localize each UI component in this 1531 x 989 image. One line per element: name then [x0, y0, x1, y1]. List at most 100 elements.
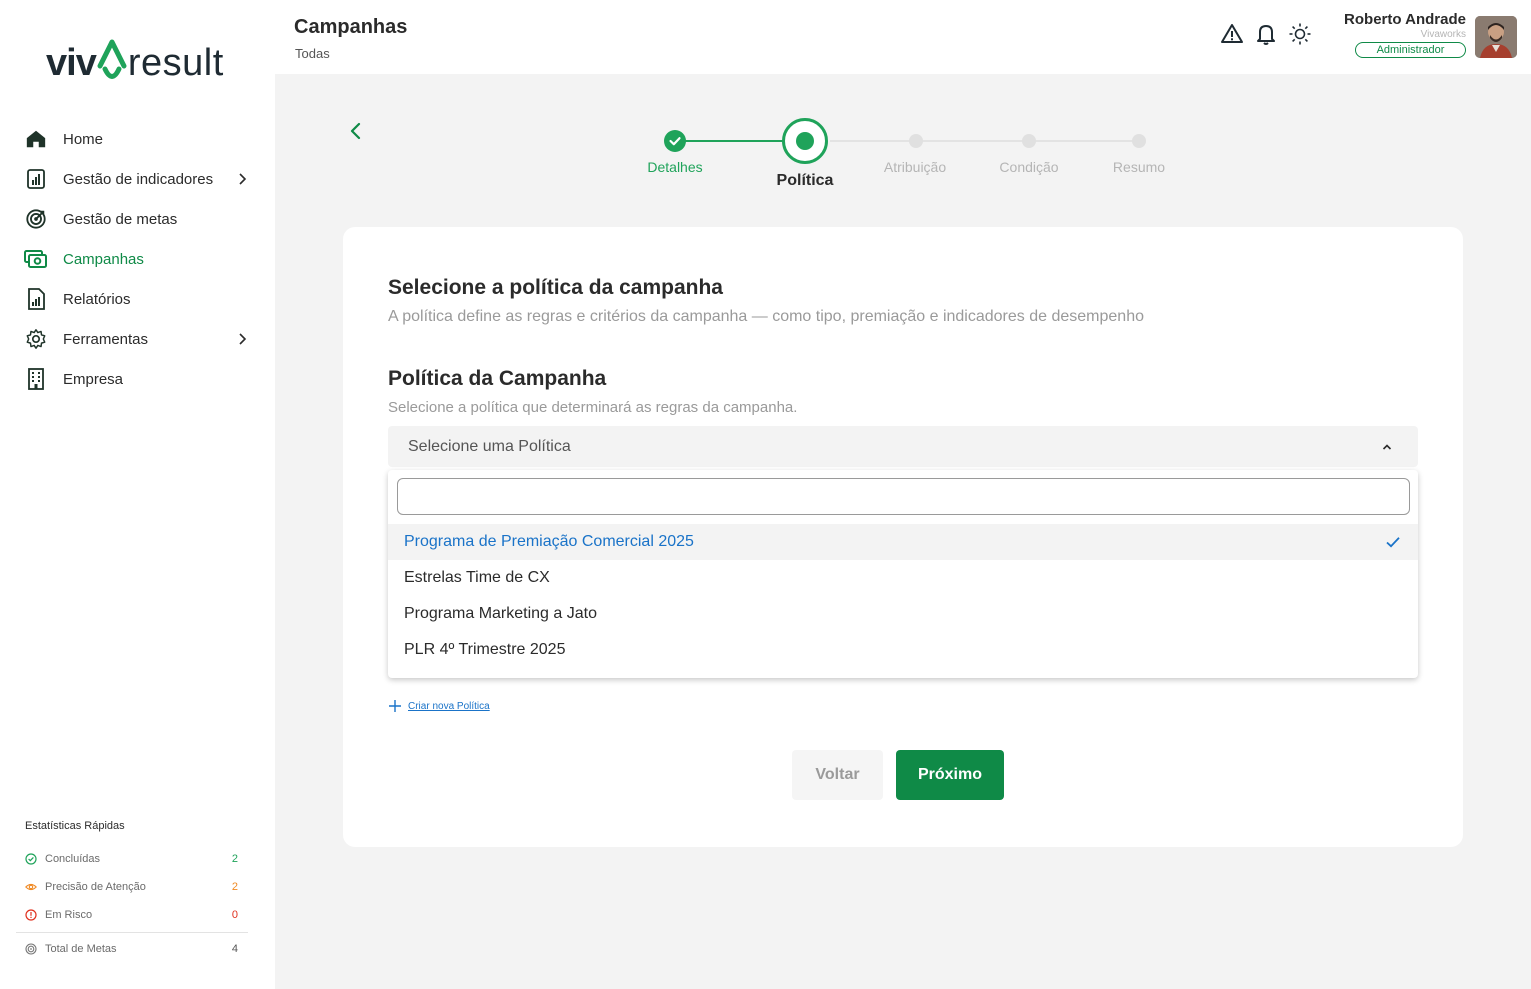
stat-value: 2: [231, 881, 238, 893]
sidebar-item-label: Ferramentas: [63, 330, 149, 348]
target-icon: [25, 943, 37, 955]
option-label: PLR 4º Trimestre 2025: [404, 641, 566, 658]
sidebar-item-home[interactable]: Home: [24, 119, 254, 159]
plus-icon: [389, 700, 401, 712]
step-done-marker: [664, 130, 686, 152]
dropdown-option[interactable]: Programa de Premiação Comercial 2025: [388, 524, 1418, 560]
step-label-politica[interactable]: Política: [777, 172, 834, 190]
option-label: Programa Marketing a Jato: [404, 605, 597, 622]
stepper: Detalhes Política Atribuição Condição Re…: [620, 116, 1180, 196]
logo-text-right: result: [127, 42, 224, 84]
chevron-right-icon: [239, 173, 247, 185]
step-pending-marker: [909, 134, 923, 148]
step-connector: [830, 140, 1138, 142]
bar-chart-icon: [24, 167, 48, 191]
header-actions: [1220, 22, 1312, 46]
sidebar-item-relatorios[interactable]: Relatórios: [24, 279, 254, 319]
chevron-right-icon: [239, 333, 247, 345]
policy-select[interactable]: Selecione uma Política: [388, 426, 1418, 467]
sidebar: viv result Home Gestão de indicadores Ge…: [0, 0, 275, 989]
stat-row-concluidas: Concluídas 2: [16, 845, 248, 873]
user-name: Roberto Andrade: [1344, 11, 1466, 28]
stat-label: Em Risco: [45, 909, 93, 921]
dropdown-search-input[interactable]: [397, 478, 1410, 515]
create-policy-label: Criar nova Política: [408, 700, 490, 712]
sidebar-item-label: Relatórios: [63, 290, 131, 308]
page-title: Campanhas: [294, 16, 408, 38]
stat-value: 4: [231, 943, 238, 955]
user-role-badge: Administrador: [1355, 42, 1466, 58]
sidebar-item-ferramentas[interactable]: Ferramentas: [24, 319, 254, 359]
stats-divider: [16, 932, 248, 933]
field-description: Selecione a política que determinará as …: [388, 399, 798, 416]
logo-text-left: viv: [46, 42, 97, 84]
dropdown-options: Programa de Premiação Comercial 2025 Est…: [388, 524, 1418, 668]
option-label: Programa de Premiação Comercial 2025: [404, 533, 694, 550]
stat-label: Concluídas: [45, 853, 101, 865]
sun-icon[interactable]: [1288, 22, 1312, 46]
gear-icon: [24, 327, 48, 351]
section-description: A política define as regras e critérios …: [388, 308, 1144, 325]
dropdown-option[interactable]: PLR 4º Trimestre 2025: [388, 632, 1418, 668]
home-icon: [24, 127, 48, 151]
sidebar-item-label: Gestão de indicadores: [63, 170, 214, 188]
dropdown-option[interactable]: Estrelas Time de CX: [388, 560, 1418, 596]
step-pending-marker: [1022, 134, 1036, 148]
step-current-dot: [796, 132, 814, 150]
back-button[interactable]: Voltar: [792, 750, 883, 800]
quick-stats-title: Estatísticas Rápidas: [25, 820, 125, 832]
stat-row-precisao: Precisão de Atenção 2: [16, 873, 248, 901]
next-button[interactable]: Próximo: [896, 750, 1004, 800]
stat-label: Precisão de Atenção: [45, 881, 146, 893]
sidebar-item-gestao-indicadores[interactable]: Gestão de indicadores: [24, 159, 254, 199]
quick-stats: Estatísticas Rápidas Concluídas 2 Precis…: [16, 820, 248, 963]
user-info[interactable]: Roberto Andrade Vivaworks Administrador: [1327, 11, 1466, 58]
select-placeholder: Selecione uma Política: [408, 437, 571, 455]
report-icon: [24, 287, 48, 311]
sidebar-item-label: Empresa: [63, 370, 124, 388]
step-label-condicao: Condição: [999, 159, 1059, 175]
page-subtitle: Todas: [295, 46, 330, 61]
sidebar-nav: Home Gestão de indicadores Gestão de met…: [24, 119, 254, 399]
policy-card: Selecione a política da campanha A polít…: [343, 227, 1463, 847]
step-label-detalhes[interactable]: Detalhes: [647, 159, 702, 175]
sidebar-item-gestao-metas[interactable]: Gestão de metas: [24, 199, 254, 239]
logo-mark-icon: [97, 39, 127, 79]
eye-icon: [25, 883, 37, 891]
stat-label: Total de Metas: [45, 943, 117, 955]
policy-dropdown: Programa de Premiação Comercial 2025 Est…: [388, 470, 1418, 678]
target-icon: [24, 207, 48, 231]
stat-row-total: Total de Metas 4: [16, 935, 248, 963]
check-circle-icon: [25, 853, 37, 865]
step-current-marker: [782, 118, 828, 164]
check-icon: [1386, 537, 1400, 548]
step-label-atribuicao: Atribuição: [883, 159, 947, 175]
alert-circle-icon: [25, 909, 37, 921]
field-title: Política da Campanha: [388, 367, 607, 390]
logo[interactable]: viv result: [46, 30, 224, 82]
sidebar-item-label: Gestão de metas: [63, 210, 178, 228]
building-icon: [24, 367, 48, 391]
user-company: Vivaworks: [1420, 29, 1466, 40]
sidebar-item-campanhas[interactable]: Campanhas: [24, 239, 254, 279]
sidebar-item-empresa[interactable]: Empresa: [24, 359, 254, 399]
bell-icon[interactable]: [1254, 22, 1278, 46]
stat-value: 0: [231, 909, 238, 921]
avatar[interactable]: [1475, 16, 1517, 58]
option-label: Estrelas Time de CX: [404, 569, 550, 586]
money-icon: [24, 247, 48, 271]
dropdown-option[interactable]: Programa Marketing a Jato: [388, 596, 1418, 632]
avatar-image: [1475, 16, 1517, 58]
warning-icon[interactable]: [1220, 22, 1244, 46]
back-arrow-icon[interactable]: [346, 121, 366, 141]
check-icon: [669, 137, 681, 146]
sidebar-item-label: Home: [63, 130, 104, 148]
section-title: Selecione a política da campanha: [388, 276, 723, 299]
create-policy-link[interactable]: Criar nova Política: [388, 699, 490, 713]
top-header: Campanhas Todas Roberto Andrade Vivawork…: [275, 0, 1531, 74]
chevron-up-icon: [1382, 443, 1392, 450]
stat-value: 2: [231, 853, 238, 865]
step-pending-marker: [1132, 134, 1146, 148]
stat-row-em-risco: Em Risco 0: [16, 901, 248, 929]
step-label-resumo: Resumo: [1112, 159, 1166, 175]
